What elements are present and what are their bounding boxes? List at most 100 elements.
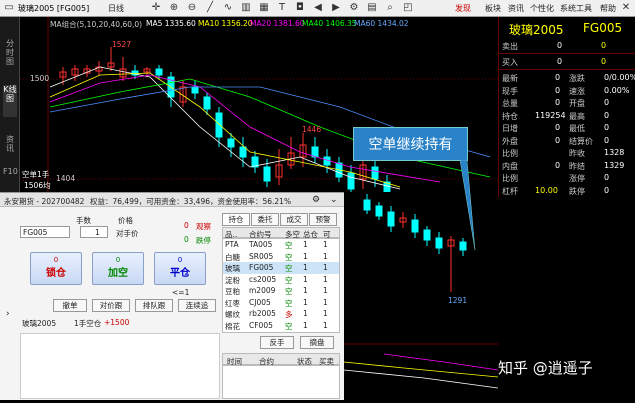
- table-cell: 空: [285, 275, 293, 285]
- table-cell: m2009: [249, 286, 276, 295]
- candle-body: [203, 96, 211, 110]
- tab-f10[interactable]: F10: [3, 167, 18, 187]
- table-row[interactable]: 螺纹 rb2005 多 1 1: [223, 308, 339, 320]
- position-table: PTA TA005 空 1 1 白糖 SR005 空 1 1 玻璃 FG005 空 1 1 淀粉 cs2005 空…: [222, 238, 340, 333]
- menu-personalize[interactable]: 个性化: [530, 3, 554, 14]
- quote-label: 持仓: [502, 111, 518, 121]
- period-selector[interactable]: 日线: [108, 3, 124, 14]
- position-line: 玻璃2005 1手空仓 +1500: [20, 315, 220, 329]
- text-icon[interactable]: T: [276, 2, 288, 14]
- buy-label: 买入: [502, 58, 518, 67]
- watermark: 知乎 @逍遥子: [498, 359, 593, 377]
- price-label: 价格: [118, 216, 133, 225]
- close-position-button[interactable]: 0 平仓: [154, 252, 206, 285]
- sell-volume: 0: [601, 41, 607, 50]
- pick-button[interactable]: 摘盘: [300, 336, 334, 349]
- quote-value: 0: [555, 160, 561, 170]
- contract-value: FG005: [23, 228, 48, 237]
- quote-value: 0: [604, 173, 610, 182]
- cross-cursor-icon[interactable]: ✛: [150, 2, 162, 14]
- tab-2[interactable]: 成交: [280, 213, 308, 226]
- table-row[interactable]: 豆粕 m2009 空 1 1: [223, 285, 339, 297]
- menu-system-tools[interactable]: 系统工具: [560, 3, 592, 14]
- settings-icon[interactable]: ⚙: [348, 2, 360, 14]
- table-row[interactable]: 玻璃 FG005 空 1 1: [223, 262, 339, 274]
- arrow-left-icon[interactable]: ◀: [312, 2, 324, 14]
- account-bar: 永安期货 - 202700482 权益：76,499，可用资金：33,496，资…: [0, 193, 344, 207]
- table-row[interactable]: 白糖 SR005 空 1 1: [223, 251, 339, 263]
- menu-news[interactable]: 资讯: [508, 3, 524, 14]
- add-short-button[interactable]: 0 加空: [92, 252, 144, 285]
- chase-price-button[interactable]: 连续追: [178, 299, 216, 312]
- left-tab-strip: 分时图 K线图 资讯 F10: [0, 17, 20, 192]
- menu-sector[interactable]: 板块: [485, 3, 501, 14]
- table-cell: cs2005: [249, 274, 277, 284]
- close-button-top: 0: [177, 256, 183, 264]
- menu-discover[interactable]: 发现: [455, 3, 471, 14]
- symbol-title: 玻璃2005 [FG005]: [18, 4, 90, 13]
- settings-gear-icon[interactable]: ⚙: [312, 195, 320, 205]
- contract-input[interactable]: FG005: [20, 226, 70, 238]
- ma5-line: [49, 66, 401, 190]
- quote-row: 持仓 119254 最高 0: [499, 111, 635, 122]
- candle-body: [371, 166, 379, 180]
- table-header: 品.. 合约号 多空 总仓可: [222, 227, 340, 239]
- collapse-icon[interactable]: ⌄: [330, 195, 338, 205]
- status-label-1: 观察: [196, 222, 211, 231]
- table-cell: 空: [285, 321, 293, 331]
- tab-news[interactable]: 资讯: [3, 135, 17, 157]
- tab-3[interactable]: 预警: [309, 213, 337, 226]
- indicator-icon[interactable]: ∿: [222, 2, 234, 14]
- sub-indicator-line: [343, 369, 499, 389]
- window-icon[interactable]: ◰: [402, 2, 414, 14]
- quote-label: 外盘: [502, 136, 518, 146]
- table-row[interactable]: 棉花 CF005 空 1 1: [223, 320, 339, 332]
- table-cell: 1: [303, 320, 308, 330]
- reverse-button[interactable]: 反手: [260, 336, 294, 349]
- grid-icon[interactable]: ▦: [258, 2, 270, 14]
- zoom-in-icon[interactable]: ⊕: [168, 2, 180, 14]
- quote-label: 结算价: [569, 136, 593, 146]
- lock-icon[interactable]: ◘: [294, 2, 306, 14]
- price-type-select[interactable]: 对手价: [116, 228, 139, 239]
- print-icon[interactable]: ▤: [366, 2, 378, 14]
- arrow-right-icon[interactable]: ▶: [330, 2, 342, 14]
- qty-stepper[interactable]: 1: [80, 226, 108, 238]
- expand-arrow-icon[interactable]: ›: [0, 293, 20, 333]
- queue-price-button[interactable]: 排队跟: [135, 299, 173, 312]
- close-button-sub: <=1: [172, 288, 190, 297]
- quote-label: 总量: [502, 99, 518, 108]
- table-cell: 白糖: [225, 252, 240, 262]
- lock-button[interactable]: 0 锁仓: [30, 252, 82, 285]
- candle-body: [375, 205, 383, 217]
- cancel-order-button[interactable]: 撤单: [53, 299, 87, 312]
- table-cell: 1: [323, 263, 328, 272]
- high-price-label: 1527: [112, 40, 132, 49]
- buy-volume: 0: [601, 57, 607, 66]
- table-cell: 空: [285, 252, 293, 262]
- kline-chart[interactable]: MA组合(5,10,20,40,60,0) MA5 1335.60 MA10 1…: [20, 17, 498, 192]
- ma20-legend: MA20 1381.60: [250, 19, 305, 28]
- sub-indicator-line: [343, 361, 499, 378]
- match-price-button[interactable]: 对价跟: [92, 299, 130, 312]
- close-icon[interactable]: ✕: [620, 2, 632, 14]
- tab-0[interactable]: 持仓: [222, 213, 250, 226]
- tab-timeshare[interactable]: 分时图: [3, 39, 17, 69]
- draw-line-icon[interactable]: ╱: [204, 2, 216, 14]
- search-icon[interactable]: ⌕: [384, 2, 396, 14]
- tab-kline[interactable]: K线图: [3, 85, 17, 117]
- zoom-out-icon[interactable]: ⊖: [186, 2, 198, 14]
- quote-value: 0: [604, 135, 610, 145]
- table-cell: 1: [303, 297, 308, 307]
- quote-value: 119254: [535, 110, 566, 120]
- restore-icon[interactable]: ▭: [3, 2, 15, 14]
- tab-1[interactable]: 委托: [251, 213, 279, 226]
- table-row[interactable]: 淀粉 cs2005 空 1 1: [223, 274, 339, 286]
- menu-help[interactable]: 帮助: [600, 3, 616, 14]
- table-row[interactable]: 红枣 CJ005 空 1 1: [223, 297, 339, 309]
- table-cell: 空: [285, 264, 293, 273]
- position-pnl: +1500: [104, 318, 130, 327]
- bar-chart-icon[interactable]: ▥: [240, 2, 252, 14]
- table-row[interactable]: PTA TA005 空 1 1: [223, 239, 339, 251]
- table-cell: 空: [285, 287, 293, 296]
